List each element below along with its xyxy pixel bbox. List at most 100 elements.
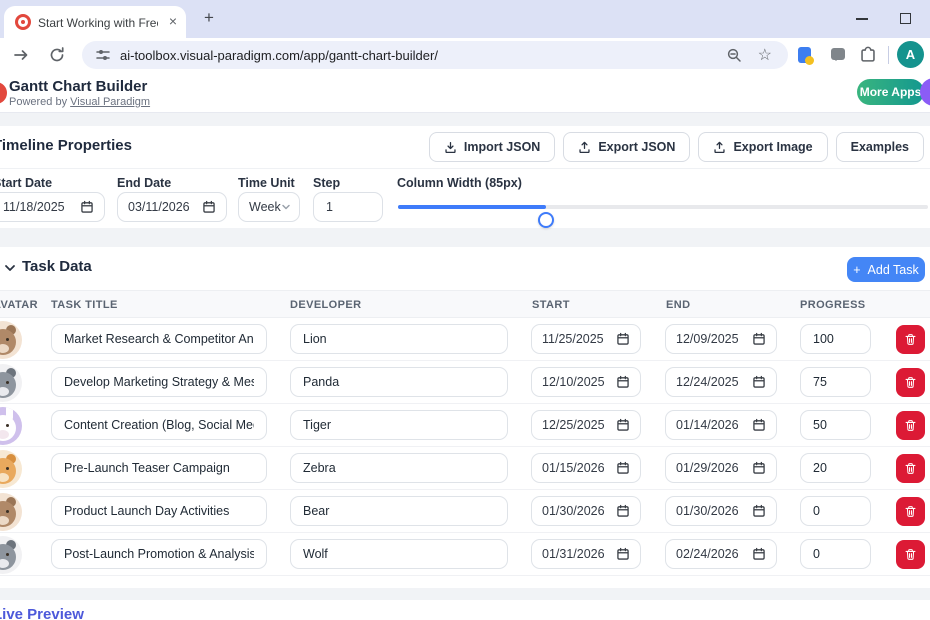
end-date-input[interactable]: 12/24/2025 — [665, 367, 777, 397]
browser-tab[interactable]: Start Working with Free Online × — [4, 6, 186, 38]
avatar-bear[interactable] — [0, 321, 22, 359]
developer-input[interactable] — [290, 539, 508, 569]
progress-input[interactable] — [800, 453, 871, 483]
avatar-bear[interactable] — [0, 493, 22, 531]
start-date-input[interactable]: 11/25/2025 — [531, 324, 641, 354]
bookmark-star-icon[interactable]: ☆ — [758, 45, 772, 65]
start-date-value: 01/15/2026 — [542, 461, 605, 475]
window-minimize-icon[interactable] — [856, 18, 868, 20]
end-date-input[interactable]: 01/29/2026 — [665, 453, 777, 483]
tab-close-icon[interactable]: × — [169, 13, 177, 29]
delete-task-button[interactable] — [896, 454, 925, 483]
calendar-icon[interactable] — [752, 332, 766, 346]
reload-icon[interactable] — [48, 46, 66, 64]
delete-task-button[interactable] — [896, 411, 925, 440]
task-title-input[interactable] — [51, 496, 267, 526]
end-date-value: 01/30/2026 — [676, 504, 739, 518]
extensions-icon[interactable] — [859, 46, 877, 64]
progress-input[interactable] — [800, 496, 871, 526]
end-date-input[interactable]: 01/14/2026 — [665, 410, 777, 440]
delete-task-button[interactable] — [896, 497, 925, 526]
task-title-input[interactable] — [51, 324, 267, 354]
task-title-input[interactable] — [51, 453, 267, 483]
slider-thumb[interactable] — [538, 212, 554, 228]
address-bar[interactable]: ai-toolbox.visual-paradigm.com/app/gantt… — [82, 41, 788, 69]
avatar-wolf[interactable] — [0, 364, 22, 402]
start-date-input[interactable]: 12/10/2025 — [531, 367, 641, 397]
avatar-rabbit[interactable] — [0, 407, 22, 445]
trash-icon — [904, 548, 917, 561]
progress-input[interactable] — [800, 539, 871, 569]
calendar-icon[interactable] — [616, 418, 630, 432]
progress-input[interactable] — [800, 367, 871, 397]
calendar-icon[interactable] — [752, 375, 766, 389]
drive-extension-icon[interactable] — [798, 47, 811, 63]
end-date-input[interactable]: 12/09/2025 — [665, 324, 777, 354]
start-date-input[interactable]: 01/30/2026 — [531, 496, 641, 526]
slider-track[interactable] — [398, 205, 928, 209]
table-row: 01/31/2026 02/24/2026 — [0, 533, 930, 576]
column-width-label: Column Width (85px) — [397, 176, 522, 190]
add-task-button[interactable]: + Add Task — [847, 257, 925, 282]
upload-icon — [578, 141, 591, 154]
avatar-eye — [6, 510, 9, 513]
end-date-input[interactable]: 01/30/2026 — [665, 496, 777, 526]
site-settings-icon[interactable] — [95, 47, 111, 63]
delete-task-button[interactable] — [896, 325, 925, 354]
calendar-icon[interactable] — [752, 547, 766, 561]
zoom-out-icon[interactable] — [726, 47, 742, 63]
developer-input[interactable] — [290, 324, 508, 354]
export-json-button[interactable]: Export JSON — [563, 132, 690, 162]
table-row: 01/15/2026 01/29/2026 — [0, 447, 930, 490]
calendar-icon[interactable] — [752, 504, 766, 518]
visual-paradigm-link[interactable]: Visual Paradigm — [70, 96, 150, 108]
import-json-button[interactable]: Import JSON — [429, 132, 555, 162]
calendar-icon[interactable] — [616, 375, 630, 389]
delete-task-button[interactable] — [896, 368, 925, 397]
task-title-input[interactable] — [51, 539, 267, 569]
examples-button[interactable]: Examples — [836, 132, 924, 162]
collapse-chevron-icon[interactable] — [4, 262, 16, 274]
start-date-input[interactable]: 12/25/2025 — [531, 410, 641, 440]
developer-input[interactable] — [290, 367, 508, 397]
calendar-icon[interactable] — [616, 332, 630, 346]
avatar-cat[interactable] — [0, 450, 22, 488]
developer-input[interactable] — [290, 496, 508, 526]
user-avatar[interactable] — [920, 78, 930, 106]
task-title-input[interactable] — [51, 367, 267, 397]
progress-input[interactable] — [800, 324, 871, 354]
calendar-icon[interactable] — [202, 200, 216, 214]
calendar-icon[interactable] — [616, 504, 630, 518]
start-date-input[interactable]: 11/18/2025 — [0, 192, 105, 222]
calendar-icon[interactable] — [752, 418, 766, 432]
end-date-input[interactable]: 03/11/2026 — [117, 192, 227, 222]
calendar-icon[interactable] — [616, 461, 630, 475]
end-date-input[interactable]: 02/24/2026 — [665, 539, 777, 569]
window-maximize-icon[interactable] — [900, 13, 911, 24]
export-image-button[interactable]: Export Image — [698, 132, 827, 162]
progress-input[interactable] — [800, 410, 871, 440]
time-unit-select[interactable]: Week — [238, 192, 300, 222]
delete-task-button[interactable] — [896, 540, 925, 569]
more-apps-button[interactable]: More Apps — [857, 79, 924, 105]
examples-label: Examples — [851, 140, 909, 154]
calendar-icon[interactable] — [80, 200, 94, 214]
trash-icon — [904, 333, 917, 346]
profile-avatar[interactable]: A — [897, 41, 924, 68]
new-tab-button[interactable]: + — [204, 8, 214, 28]
forward-icon[interactable] — [12, 46, 30, 64]
page-body: Timeline Properties Import JSON Export J… — [0, 113, 930, 620]
column-width-slider[interactable] — [398, 192, 930, 222]
developer-input[interactable] — [290, 453, 508, 483]
chat-extension-icon[interactable] — [831, 48, 845, 60]
task-title-input[interactable] — [51, 410, 267, 440]
end-date-value: 01/14/2026 — [676, 418, 739, 432]
avatar-wolf[interactable] — [0, 536, 22, 574]
start-date-input[interactable]: 01/15/2026 — [531, 453, 641, 483]
powered-by: Powered by Visual Paradigm — [9, 96, 150, 108]
calendar-icon[interactable] — [752, 461, 766, 475]
start-date-input[interactable]: 01/31/2026 — [531, 539, 641, 569]
step-input[interactable] — [313, 192, 383, 222]
developer-input[interactable] — [290, 410, 508, 440]
calendar-icon[interactable] — [616, 547, 630, 561]
